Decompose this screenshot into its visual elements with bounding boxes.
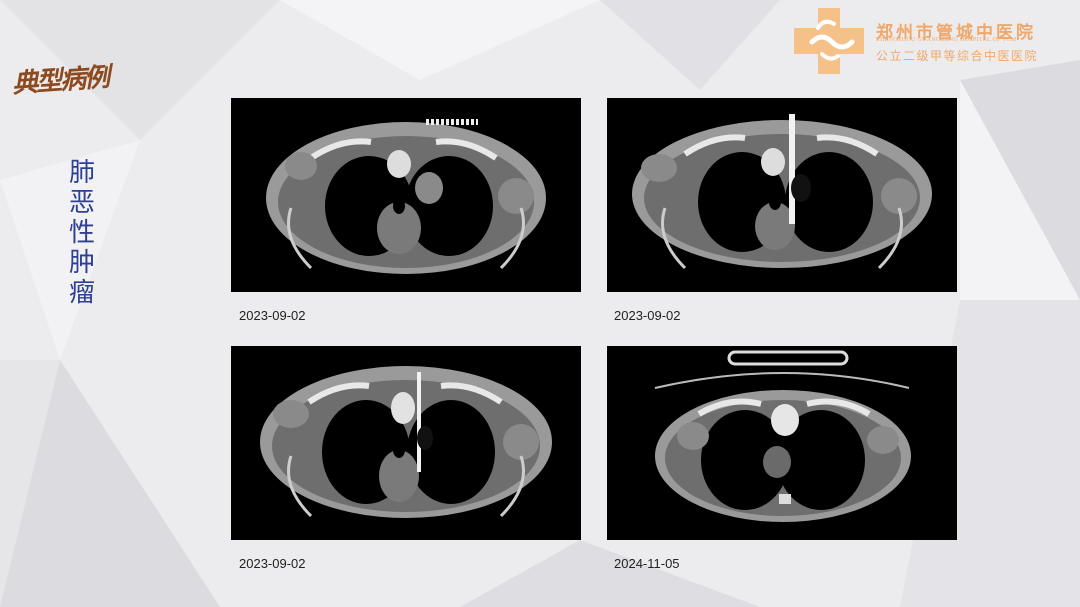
hospital-logo-icon xyxy=(794,8,864,74)
ct-scan-image-4 xyxy=(607,346,957,540)
scan-date-2: 2023-09-02 xyxy=(614,308,681,323)
ct-scan-image-1 xyxy=(231,98,581,292)
page-title: 肺恶性肿瘤 xyxy=(68,158,95,308)
scan-date-1: 2023-09-02 xyxy=(239,308,306,323)
scan-date-4: 2024-11-05 xyxy=(614,556,680,571)
ct-scan-image-3 xyxy=(231,346,581,540)
hospital-grade: 公立二级甲等综合中医医院 xyxy=(876,49,1039,63)
typical-cases-heading: 典型病例 xyxy=(11,62,110,100)
scan-date-3: 2023-09-02 xyxy=(239,556,306,571)
ct-scan-image-2 xyxy=(607,98,957,292)
hospital-name-english: ZHENGZHOU GUANCHENG HOSPITAL OF TCM xyxy=(876,37,1017,43)
